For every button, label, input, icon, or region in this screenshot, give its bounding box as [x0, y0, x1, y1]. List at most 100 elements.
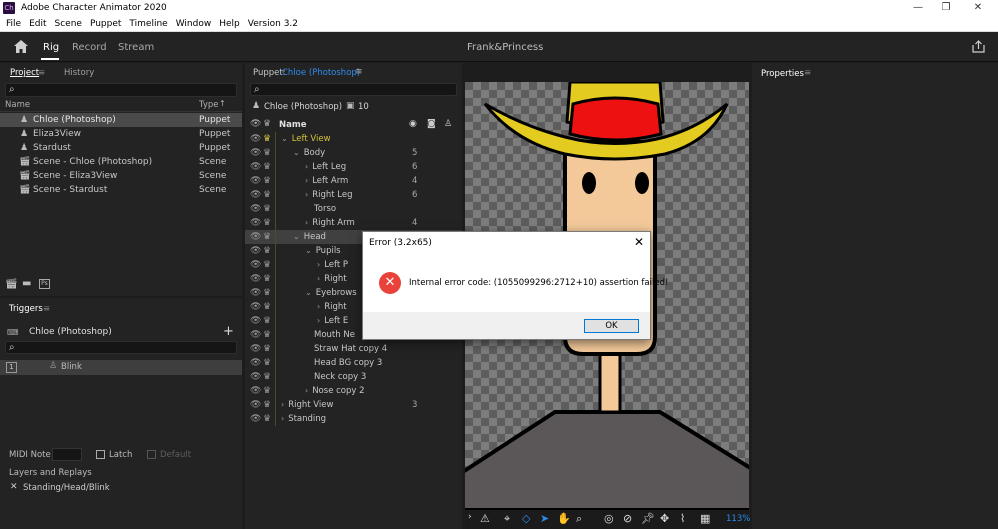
crown-icon[interactable]: ♛ [263, 260, 271, 270]
stick-draw-icon[interactable]: ⌇ [680, 512, 685, 525]
crown-icon[interactable]: ♛ [263, 162, 271, 172]
latch-checkbox[interactable] [96, 450, 105, 459]
layer-row[interactable]: 👁︎ ♛ › Right Arm 4 [245, 216, 462, 230]
layer-row[interactable]: 👁︎ ♛ › Left Leg 6 [245, 160, 462, 174]
crown-icon[interactable]: ♛ [263, 302, 271, 312]
tab-record[interactable]: Record [72, 42, 107, 53]
tab-project[interactable]: Project [10, 68, 39, 78]
triggers-menu-icon[interactable]: ≡ [43, 304, 50, 314]
crown-icon[interactable]: ♛ [263, 358, 271, 368]
project-search-input[interactable]: ⌕ [5, 83, 237, 97]
trigger-row[interactable]: 1 ♙ Blink [0, 360, 242, 375]
selection-arrow-icon[interactable]: ➤ [540, 512, 549, 525]
chevron-right-icon[interactable]: › [305, 190, 308, 199]
new-scene-icon[interactable]: 🎬︎ [5, 279, 18, 290]
chevron-down-icon[interactable]: ⌄ [281, 134, 288, 143]
crown-icon[interactable]: ♛ [263, 316, 271, 326]
visibility-eye-icon[interactable]: 👁︎ [250, 330, 261, 340]
triggers-title[interactable]: Triggers [9, 304, 43, 314]
warning-icon[interactable]: ⚠ [480, 512, 490, 525]
dialog-close-icon[interactable]: ✕ [634, 235, 644, 249]
project-menu-icon[interactable]: ≡ [38, 68, 45, 78]
chevron-down-icon[interactable]: ⌄ [305, 288, 312, 297]
close-window-button[interactable]: ✕ [962, 0, 994, 16]
chevron-right-icon[interactable]: › [317, 260, 320, 269]
visibility-eye-icon[interactable]: 👁︎ [250, 190, 261, 200]
project-item[interactable]: ♟ Chloe (Photoshop) Puppet [0, 113, 242, 127]
properties-menu-icon[interactable]: ≡ [804, 68, 811, 78]
project-item[interactable]: ♟ Stardust Puppet [0, 141, 242, 155]
chevron-right-icon[interactable]: › [317, 316, 320, 325]
home-icon[interactable] [14, 40, 28, 53]
camera-icon[interactable]: ◙ [427, 119, 436, 129]
tag-icon[interactable]: ⌖ [504, 512, 510, 526]
layer-row[interactable]: 👁︎ ♛ Straw Hat copy 4 [245, 342, 462, 356]
chevron-right-icon[interactable]: › [317, 274, 320, 283]
chevron-down-icon[interactable]: ⌄ [293, 148, 300, 157]
layer-row[interactable]: 👁︎ ♛ Neck copy 3 [245, 370, 462, 384]
zoom-tool-icon[interactable]: ⌕ [576, 512, 582, 526]
visibility-eye-icon[interactable]: 👁︎ [250, 134, 261, 144]
diamond-select-icon[interactable]: ◇ [522, 512, 530, 525]
zoom-level[interactable]: 113% [726, 514, 750, 524]
visibility-eye-icon[interactable]: 👁︎ [250, 246, 261, 256]
visibility-eye-icon[interactable]: 👁︎ [250, 162, 261, 172]
visibility-eye-icon[interactable]: 👁︎ [250, 386, 261, 396]
crown-icon[interactable]: ♛ [263, 400, 271, 410]
layer-row[interactable]: 👁︎ ♛ ⌄ Left View [245, 132, 462, 146]
expand-toolbar-icon[interactable]: › [468, 512, 472, 522]
layer-row[interactable]: 👁︎ ♛ ⌄ Body 5 [245, 146, 462, 160]
crown-icon[interactable]: ♛ [263, 274, 271, 284]
menu-scene[interactable]: Scene [55, 19, 82, 29]
visibility-eye-icon[interactable]: 👁︎ [250, 204, 261, 214]
crown-icon[interactable]: ♛ [263, 204, 271, 214]
menu-window[interactable]: Window [176, 19, 212, 29]
chevron-down-icon[interactable]: ⌄ [293, 232, 300, 241]
layer-row[interactable]: 👁︎ ♛ › Standing [245, 412, 462, 426]
chevron-right-icon[interactable]: › [305, 386, 308, 395]
visibility-eye-icon[interactable]: 👁︎ [250, 148, 261, 158]
chevron-down-icon[interactable]: ⌄ [305, 246, 312, 255]
crown-icon[interactable]: ♛ [263, 134, 271, 144]
crown-icon[interactable]: ♛ [263, 288, 271, 298]
stick-tool-icon[interactable]: ⊘ [623, 512, 632, 525]
menu-version[interactable]: Version 3.2 [248, 19, 298, 29]
behavior-icon[interactable]: ♙ [444, 119, 452, 129]
visibility-eye-icon[interactable]: 👁︎ [250, 372, 261, 382]
column-type[interactable]: Type [199, 100, 219, 110]
pin-tool-icon[interactable]: 📌︎ [641, 512, 655, 525]
layer-row[interactable]: 👁︎ ♛ › Right View 3 [245, 398, 462, 412]
column-name[interactable]: Name [5, 100, 30, 110]
tab-rig[interactable]: Rig [43, 42, 59, 53]
crown-icon[interactable]: ♛ [263, 218, 271, 228]
layer-row[interactable]: 👁︎ ♛ Torso [245, 202, 462, 216]
menu-file[interactable]: File [6, 19, 21, 29]
crown-icon[interactable]: ♛ [263, 176, 271, 186]
visibility-eye-icon[interactable]: 👁︎ [250, 400, 261, 410]
crown-icon[interactable]: ♛ [263, 414, 271, 424]
visibility-eye-icon[interactable]: 👁︎ [250, 274, 261, 284]
crown-icon[interactable]: ♛ [263, 386, 271, 396]
layer-row[interactable]: 👁︎ ♛ › Nose copy 2 [245, 384, 462, 398]
add-trigger-button[interactable]: + [223, 324, 234, 339]
crown-icon[interactable]: ♛ [263, 148, 271, 158]
layer-row[interactable]: 👁︎ ♛ › Right Leg 6 [245, 188, 462, 202]
record-target-icon[interactable]: ◉ [409, 119, 417, 129]
layer-row[interactable]: 👁︎ ♛ › Left Arm 4 [245, 174, 462, 188]
crown-icon[interactable]: ♛ [263, 330, 271, 340]
menu-timeline[interactable]: Timeline [129, 19, 167, 29]
puppet-panel-title-name[interactable]: Chloe (Photoshop) [282, 68, 360, 78]
chevron-right-icon[interactable]: › [281, 414, 284, 423]
menu-puppet[interactable]: Puppet [90, 19, 121, 29]
visibility-eye-icon[interactable]: 👁︎ [250, 218, 261, 228]
trigger-search-input[interactable]: ⌕ [5, 341, 237, 354]
remove-layer-icon[interactable]: ✕ [10, 482, 18, 492]
visibility-eye-icon[interactable]: 👁︎ [250, 302, 261, 312]
share-icon[interactable] [972, 40, 985, 53]
crown-icon[interactable]: ♛ [263, 232, 271, 242]
visibility-eye-icon[interactable]: 👁︎ [250, 260, 261, 270]
puppet-search-input[interactable]: ⌕ [250, 83, 457, 96]
chevron-right-icon[interactable]: › [305, 218, 308, 227]
chevron-right-icon[interactable]: › [305, 176, 308, 185]
chevron-right-icon[interactable]: › [317, 302, 320, 311]
